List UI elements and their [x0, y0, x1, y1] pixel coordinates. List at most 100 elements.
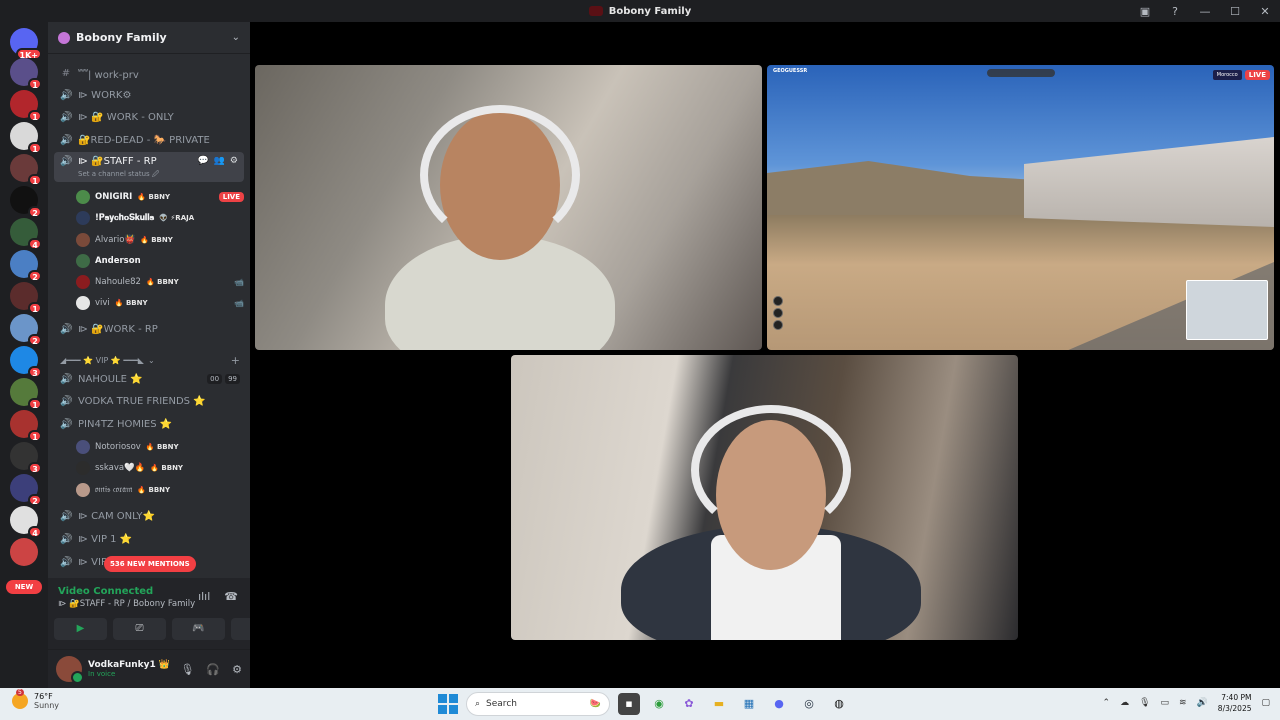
taskbar-apps: ⌕ Search 🍉 ▪ ◉ ✿ ▬ ▦ ● ◎ ◍ [438, 692, 850, 716]
chat-icon[interactable]: 💬 [197, 156, 208, 166]
channel-cam-only[interactable]: 🔊 ⧐ CAM ONLY⭐ [54, 505, 244, 527]
server-icon[interactable]: 4 [10, 218, 42, 250]
microphone-icon[interactable]: 🎙 [1139, 698, 1150, 708]
server-name: Bobony Family [76, 31, 167, 44]
server-icon [58, 31, 70, 44]
volume-icon[interactable]: 🔊 [1197, 698, 1208, 708]
server-header[interactable]: Bobony Family ⌄ [48, 22, 250, 54]
task-view-icon[interactable]: ▪ [618, 693, 640, 715]
channel-pin4tz[interactable]: 🔊 PIN4TZ HOMIES ⭐ [54, 413, 244, 435]
voice-user[interactable]: Anderson [76, 251, 244, 271]
server-icon[interactable]: 3 [10, 346, 42, 378]
voice-channel-link[interactable]: ⧐ 🔐STAFF - RP / Bobony Family [58, 599, 195, 609]
zoom-in-icon[interactable] [773, 296, 783, 306]
server-icon[interactable]: 2 [10, 250, 42, 282]
channel-work-only[interactable]: 🔊 ⧐ 🔐 WORK - ONLY [54, 106, 244, 128]
server-icon[interactable]: 4 [10, 506, 42, 538]
wifi-icon[interactable]: ≋ [1179, 698, 1187, 708]
user-info[interactable]: VodkaFunky1 👑 In voice [88, 660, 170, 678]
channel-status-button[interactable]: Set a channel status 🖉 [78, 170, 159, 181]
camera-button[interactable]: ▶ [54, 618, 107, 640]
cloud-icon[interactable]: ☁ [1120, 698, 1129, 708]
chevron-up-icon[interactable]: ⌃ [1103, 698, 1111, 708]
headphones-icon[interactable]: 🎧 [206, 663, 220, 676]
video-tile-geoguessr-stream[interactable]: GEOGUESSR Morocco LIVE [767, 65, 1274, 350]
server-icon[interactable]: 2 [10, 186, 42, 218]
server-icon[interactable]: 1 [10, 378, 42, 410]
chevron-down-icon: ⌄ [231, 32, 240, 43]
add-member-icon[interactable]: 👥 [214, 156, 225, 166]
server-icon[interactable]: 3 [10, 442, 42, 474]
server-icon[interactable]: 2 [10, 314, 42, 346]
discord-icon[interactable]: ● [768, 693, 790, 715]
avatar[interactable] [56, 656, 84, 684]
channel-vodka[interactable]: 🔊 VODKA TRUE FRIENDS ⭐ [54, 390, 244, 412]
minimize-button[interactable]: — [1190, 5, 1220, 18]
server-icon[interactable]: 1 [10, 122, 42, 154]
close-button[interactable]: ✕ [1250, 5, 1280, 18]
inbox-icon[interactable]: ▣ [1130, 5, 1160, 18]
video-tile-vodkafunky[interactable] [511, 355, 1018, 640]
channel-work-prv[interactable]: # ﹌| work-prv [54, 62, 244, 84]
voice-user[interactable]: vivi 🔥 BBNY 📹 [76, 293, 244, 313]
new-unreads-pill[interactable]: NEW [6, 580, 42, 594]
server-icon[interactable] [10, 538, 38, 566]
category-vip[interactable]: ◢━━━ ⭐ VIP ⭐ ━━━◣ ⌄ + [60, 352, 240, 368]
gear-icon[interactable]: ⚙ [230, 156, 238, 166]
soundboard-icon[interactable]: ılıl [198, 590, 210, 603]
server-badge: 1 [28, 78, 42, 90]
channel-nahoule[interactable]: 🔊 NAHOULE ⭐ 00 99 [54, 368, 244, 390]
server-icon[interactable]: 2 [10, 474, 42, 506]
server-icon[interactable]: 1 [10, 410, 42, 442]
minimap[interactable] [1186, 280, 1268, 340]
camera-icon: 📹 [234, 277, 244, 287]
new-mentions-pill[interactable]: 536 NEW MENTIONS [104, 556, 196, 572]
help-icon[interactable]: ? [1160, 5, 1190, 18]
file-explorer-icon[interactable]: ▬ [708, 693, 730, 715]
weather-widget[interactable]: 5 76°F Sunny [12, 689, 59, 710]
voice-user-tag: 🔥 BBNY [140, 236, 173, 244]
video-tile-onigiri[interactable] [255, 65, 762, 350]
hash-icon: # [61, 67, 71, 79]
voice-user[interactable]: sskava🤍🔥 🔥 BBNY [76, 458, 244, 478]
steam-icon[interactable]: ◎ [798, 693, 820, 715]
server-icon[interactable]: 1 [10, 90, 42, 122]
activities-button[interactable]: 🎮 [172, 618, 225, 640]
maximize-button[interactable]: ☐ [1220, 5, 1250, 18]
voice-user[interactable]: Alvario👹 🔥 BBNY [76, 230, 244, 250]
channel-work[interactable]: 🔊 ⧐ WORK⚙ [54, 84, 244, 106]
screen-share-button[interactable]: ⎚ [113, 618, 166, 640]
taskbar-search[interactable]: ⌕ Search 🍉 [466, 692, 610, 716]
voice-user[interactable]: !𝐏𝐬𝐲𝐜𝐡𝐨𝐒𝐤𝐮𝐥𝐥𝐬 👽 ⚡RAJA [76, 208, 244, 228]
server-icon[interactable]: 1 [10, 282, 42, 314]
channel-staff-rp[interactable]: 🔊 ⧐ 🔐STAFF - RP Set a channel status 🖉 💬… [54, 152, 244, 182]
voice-user[interactable]: Notoriosov 🔥 BBNY [76, 437, 244, 457]
recenter-icon[interactable] [773, 320, 783, 330]
clock[interactable]: 7:40 PM 8/3/2025 [1218, 692, 1252, 714]
display-icon[interactable]: ▭ [1161, 698, 1170, 708]
disconnect-icon[interactable]: ☎ [224, 590, 238, 603]
channel-red-dead[interactable]: 🔊 🔐RED-DEAD - 🐎 PRIVATE [54, 129, 244, 151]
windows-start-icon[interactable] [438, 694, 458, 714]
direct-messages-icon[interactable]: 1K+ [10, 28, 42, 60]
server-icon[interactable]: 1 [10, 154, 42, 186]
gear-icon[interactable]: ⚙ [232, 663, 242, 676]
copilot-icon[interactable]: ✿ [678, 693, 700, 715]
speaker-icon: 🔊 [60, 395, 73, 407]
chrome-icon[interactable]: ◉ [648, 693, 670, 715]
voice-user[interactable]: ONIGIRI 🔥 BBNY LIVE [76, 187, 244, 207]
microphone-icon[interactable]: 🎙 [180, 663, 194, 676]
add-channel-icon[interactable]: + [231, 354, 240, 367]
voice-status[interactable]: Video Connected [58, 586, 153, 597]
server-icon[interactable]: 1 [10, 58, 42, 90]
notifications-icon[interactable]: ▢ [1261, 698, 1270, 708]
store-icon[interactable]: ▦ [738, 693, 760, 715]
obs-icon[interactable]: ◍ [828, 693, 850, 715]
weather-badge: 5 [16, 689, 24, 696]
voice-user[interactable]: Nahoule82 🔥 BBNY 📹 [76, 272, 244, 292]
zoom-out-icon[interactable] [773, 308, 783, 318]
window-controls: ▣ ? — ☐ ✕ [1130, 0, 1280, 22]
channel-work-rp[interactable]: 🔊 ⧐ 🔐WORK - RP [54, 318, 244, 340]
voice-user[interactable]: 𝔬𝔪𝔦𝔰 𝔠𝔬𝔯𝔞𝔪 🔥 BBNY [76, 480, 244, 500]
channel-vip1[interactable]: 🔊 ⧐ VIP 1 ⭐ [54, 528, 244, 550]
